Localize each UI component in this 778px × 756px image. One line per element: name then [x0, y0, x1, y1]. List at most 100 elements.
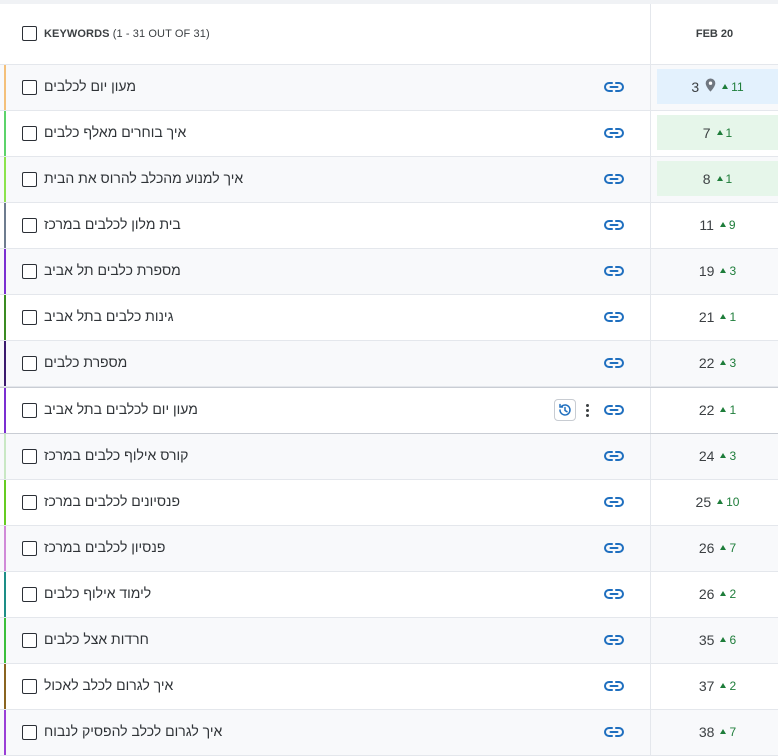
table-row[interactable]: איך למנוע מהכלב להרוס את הבית 8 1 — [0, 157, 778, 203]
rank-cell[interactable]: 22 3 — [657, 345, 778, 380]
column-divider — [650, 710, 651, 755]
keyword-text[interactable]: מעון יום לכלבים — [44, 78, 136, 94]
table-row[interactable]: קורס אילוף כלבים במרכז 24 3 — [0, 434, 778, 480]
row-checkbox[interactable] — [22, 310, 37, 325]
select-all-checkbox[interactable] — [22, 26, 37, 41]
row-checkbox[interactable] — [22, 495, 37, 510]
keyword-text[interactable]: איך בוחרים מאלף כלבים — [44, 124, 186, 140]
link-icon[interactable] — [603, 402, 625, 418]
column-divider — [650, 480, 651, 525]
rank-cell[interactable]: 26 7 — [657, 530, 778, 565]
link-icon[interactable] — [603, 355, 625, 371]
column-divider — [650, 434, 651, 479]
table-row[interactable]: פנסיון לכלבים במרכז 26 7 — [0, 526, 778, 572]
keyword-text[interactable]: פנסיון לכלבים במרכז — [44, 539, 165, 555]
table-row[interactable]: איך לגרום לכלב לאכול 37 2 — [0, 664, 778, 710]
table-row[interactable]: מעון יום לכלבים בתל אביב 22 1 — [0, 387, 778, 434]
column-divider — [650, 203, 651, 248]
row-checkbox[interactable] — [22, 633, 37, 648]
rank-cell[interactable]: 71 — [657, 115, 778, 150]
table-row[interactable]: איך בוחרים מאלף כלבים 7 1 — [0, 111, 778, 157]
row-checkbox[interactable] — [22, 264, 37, 279]
keyword-text[interactable]: קורס אילוף כלבים במרכז — [44, 447, 188, 463]
date-column-header[interactable]: FEB 20 — [651, 28, 778, 40]
table-row[interactable]: איך לגרום לכלב להפסיק לנבוח 38 7 — [0, 710, 778, 756]
keyword-color-bar — [4, 526, 6, 571]
rank-cell[interactable]: 25 10 — [657, 484, 778, 519]
rank-cell[interactable]: 21 1 — [657, 299, 778, 334]
link-icon[interactable] — [603, 171, 625, 187]
keyword-text[interactable]: איך למנוע מהכלב להרוס את הבית — [44, 170, 243, 186]
keyword-text[interactable]: פנסיונים לכלבים במרכז — [44, 493, 180, 509]
row-checkbox[interactable] — [22, 403, 37, 418]
rank-cell[interactable]: 81 — [657, 161, 778, 196]
link-icon[interactable] — [603, 632, 625, 648]
table-row[interactable]: לימוד אילוף כלבים 26 2 — [0, 572, 778, 618]
rank-change: 1 — [716, 172, 732, 186]
rank-cell[interactable]: 38 7 — [657, 714, 778, 749]
table-row[interactable]: גינות כלבים בתל אביב 21 1 — [0, 295, 778, 341]
link-icon[interactable] — [603, 494, 625, 510]
rank-cell[interactable]: 35 6 — [657, 622, 778, 657]
keyword-text[interactable]: מעון יום לכלבים בתל אביב — [44, 401, 198, 417]
rank-cell[interactable]: 24 3 — [657, 438, 778, 473]
link-icon[interactable] — [603, 678, 625, 694]
table-row[interactable]: מספרת כלבים 22 3 — [0, 341, 778, 387]
keyword-text[interactable]: לימוד אילוף כלבים — [44, 585, 151, 601]
keyword-text[interactable]: גינות כלבים בתל אביב — [44, 308, 174, 324]
table-row[interactable]: מעון יום לכלבים 3 11 — [0, 65, 778, 111]
rank-cell[interactable]: 3 11 — [657, 69, 778, 104]
column-divider — [650, 295, 651, 340]
keyword-color-bar — [4, 65, 6, 110]
table-row[interactable]: מספרת כלבים תל אביב 19 3 — [0, 249, 778, 295]
keyword-text[interactable]: איך לגרום לכלב להפסיק לנבוח — [44, 723, 222, 739]
rank-cell[interactable]: 11 9 — [657, 207, 778, 242]
table-row[interactable]: בית מלון לכלבים במרכז 11 9 — [0, 203, 778, 249]
row-checkbox[interactable] — [22, 541, 37, 556]
keyword-text[interactable]: מספרת כלבים — [44, 354, 127, 370]
keywords-table: KEYWORDS (1 - 31 OUT OF 31) FEB 20 מעון … — [0, 0, 778, 756]
row-checkbox[interactable] — [22, 172, 37, 187]
table-row[interactable]: פנסיונים לכלבים במרכז 25 10 — [0, 480, 778, 526]
link-icon[interactable] — [603, 586, 625, 602]
rank-cell[interactable]: 37 2 — [657, 668, 778, 703]
keyword-color-bar — [4, 341, 6, 386]
link-icon[interactable] — [603, 263, 625, 279]
table-row[interactable]: חרדות אצל כלבים 35 6 — [0, 618, 778, 664]
table-header: KEYWORDS (1 - 31 OUT OF 31) FEB 20 — [0, 0, 778, 65]
link-icon[interactable] — [603, 125, 625, 141]
more-options-icon[interactable] — [584, 400, 592, 420]
rank-value: 7 — [702, 124, 711, 141]
keyword-color-bar — [4, 157, 6, 202]
keyword-color-bar — [4, 249, 6, 294]
row-checkbox[interactable] — [22, 218, 37, 233]
rank-change: 1 — [720, 403, 736, 417]
link-icon[interactable] — [603, 79, 625, 95]
link-icon[interactable] — [603, 217, 625, 233]
keyword-color-bar — [4, 388, 6, 433]
link-icon[interactable] — [603, 309, 625, 325]
link-icon[interactable] — [603, 724, 625, 740]
rank-cell[interactable]: 19 3 — [657, 253, 778, 288]
row-checkbox[interactable] — [22, 356, 37, 371]
link-icon[interactable] — [603, 540, 625, 556]
history-icon[interactable] — [554, 399, 576, 421]
row-checkbox[interactable] — [22, 80, 37, 95]
keyword-text[interactable]: מספרת כלבים תל אביב — [44, 262, 181, 278]
rank-cell[interactable]: 22 1 — [657, 392, 778, 427]
row-checkbox[interactable] — [22, 679, 37, 694]
row-checkbox[interactable] — [22, 449, 37, 464]
up-arrow-icon — [720, 453, 727, 458]
row-checkbox[interactable] — [22, 725, 37, 740]
keyword-text[interactable]: איך לגרום לכלב לאכול — [44, 677, 173, 693]
row-checkbox[interactable] — [22, 587, 37, 602]
rank-change-value: 1 — [729, 402, 737, 417]
up-arrow-icon — [722, 84, 729, 89]
row-checkbox[interactable] — [22, 126, 37, 141]
keyword-text[interactable]: בית מלון לכלבים במרכז — [44, 216, 181, 232]
keywords-column-header[interactable]: KEYWORDS (1 - 31 OUT OF 31) — [44, 28, 210, 40]
rank-cell[interactable]: 26 2 — [657, 576, 778, 611]
link-icon[interactable] — [603, 448, 625, 464]
keyword-text[interactable]: חרדות אצל כלבים — [44, 631, 149, 647]
up-arrow-icon — [720, 314, 727, 319]
